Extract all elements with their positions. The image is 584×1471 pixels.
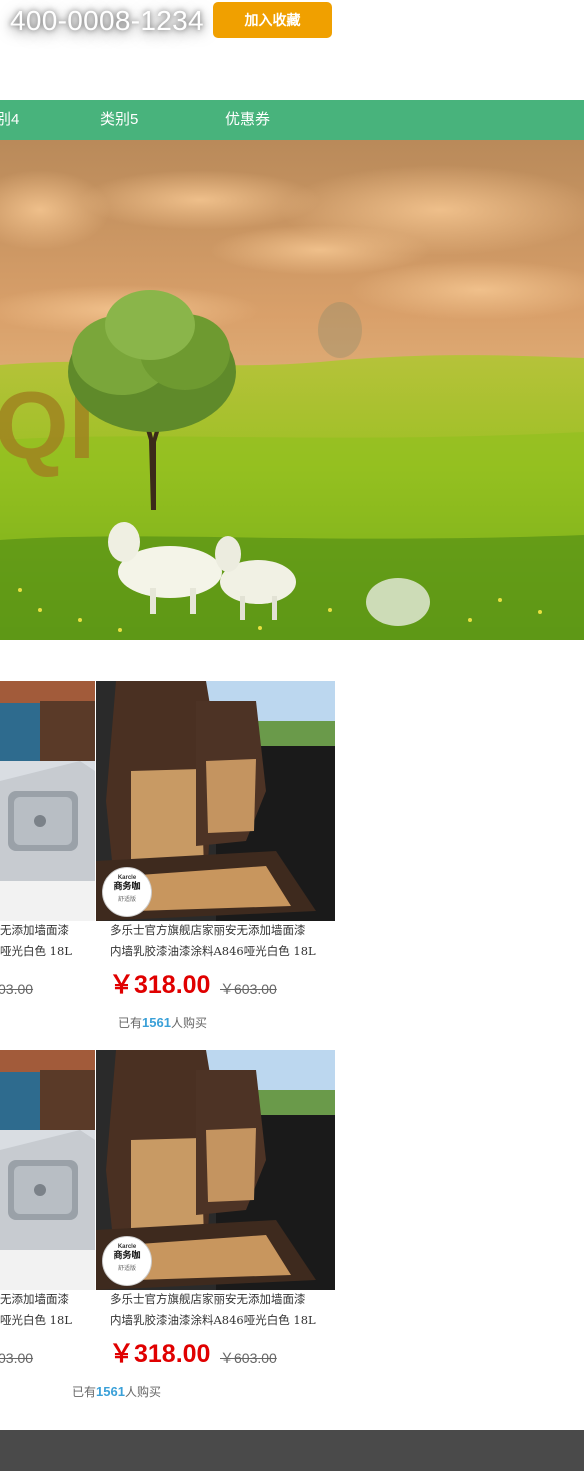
product-title-left-line1[interactable]: 无添加墙面漆: [0, 1289, 69, 1310]
buyers-suffix: 人购买: [170, 1016, 207, 1030]
product-title-left-line1[interactable]: 无添加墙面漆: [0, 920, 69, 941]
brand-badge: Karcle 商务咖 舒适版: [102, 867, 152, 917]
badge-sub: 舒适版: [117, 1266, 136, 1272]
product-title-left-line2[interactable]: 哑光白色 18L: [0, 941, 72, 962]
badge-sub: 舒适版: [117, 897, 136, 903]
nav-item-category-5[interactable]: 类别5: [100, 100, 138, 140]
product-price: ￥318.00: [109, 971, 211, 999]
brand-badge: Karcle 商务咖 舒适版: [102, 1236, 152, 1286]
buyers-count: 已有1561人购买: [72, 1383, 161, 1401]
footer-bar: [0, 1430, 584, 1471]
nav-item-coupons[interactable]: 优惠券: [225, 100, 270, 140]
buyers-count: 已有1561人购买: [118, 1014, 207, 1032]
hotline-number: 400-0008-1234: [10, 5, 204, 36]
main-nav: 别4 类别5 优惠券: [0, 100, 584, 140]
hero-landscape-image: QI: [0, 140, 584, 640]
buyers-prefix: 已有: [72, 1385, 97, 1399]
product-title-line2[interactable]: 内墙乳胶漆油漆涂料A846哑光白色 18L: [110, 941, 316, 962]
badge-title: 商务咖: [113, 881, 141, 891]
product-image-car-seat[interactable]: Karcle 商务咖 舒适版: [96, 681, 335, 921]
product-image-sink[interactable]: [0, 1050, 95, 1290]
left-old-price: 03.00: [0, 981, 34, 997]
original-price: ￥603.00: [220, 1350, 277, 1366]
product-image-car-seat[interactable]: Karcle 商务咖 舒适版: [96, 1050, 335, 1290]
sink-photo: [0, 681, 95, 921]
badge-title: 商务咖: [113, 1250, 141, 1260]
buyers-number: 1561: [96, 1384, 125, 1399]
product-title-left-line2[interactable]: 哑光白色 18L: [0, 1310, 72, 1331]
buyers-prefix: 已有: [118, 1016, 143, 1030]
buyers-number: 1561: [142, 1015, 171, 1030]
product-price: ￥318.00: [109, 1340, 211, 1368]
product-title-line2[interactable]: 内墙乳胶漆油漆涂料A846哑光白色 18L: [110, 1310, 316, 1331]
sink-photo: [0, 1050, 95, 1290]
add-favorite-button[interactable]: 加入收藏: [213, 2, 332, 38]
original-price: ￥603.00: [220, 981, 277, 997]
left-old-price: 03.00: [0, 1350, 34, 1366]
nav-item-category-4[interactable]: 别4: [0, 100, 19, 140]
hero-banner[interactable]: QI: [0, 140, 584, 640]
buyers-suffix: 人购买: [124, 1385, 161, 1399]
product-title-line1[interactable]: 多乐士官方旗舰店家丽安无添加墙面漆: [110, 1289, 306, 1310]
product-image-sink[interactable]: [0, 681, 95, 921]
product-title-line1[interactable]: 多乐士官方旗舰店家丽安无添加墙面漆: [110, 920, 306, 941]
